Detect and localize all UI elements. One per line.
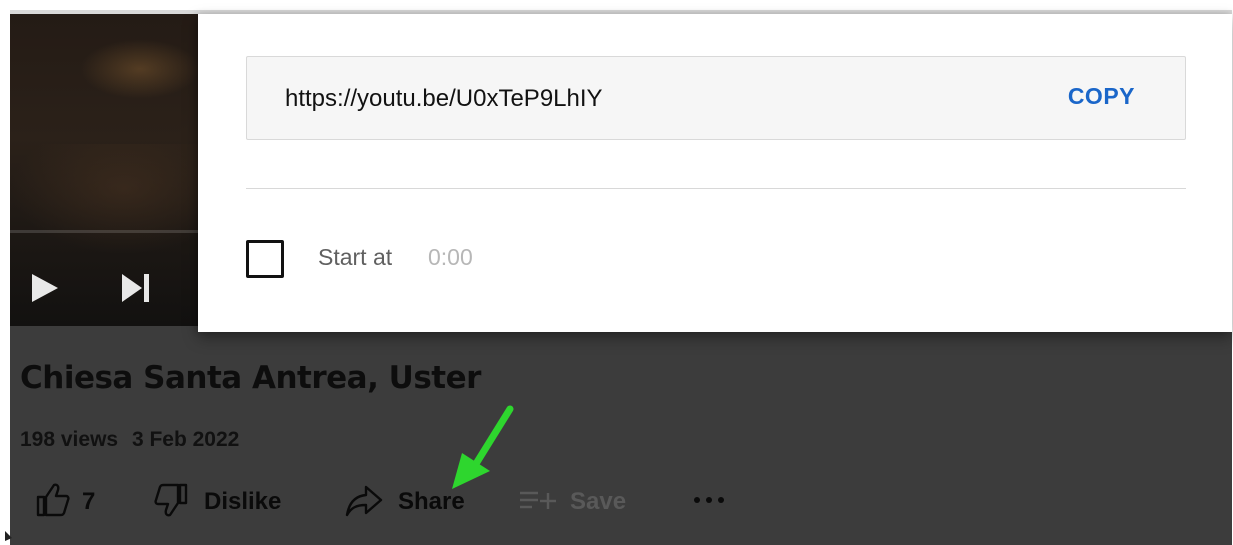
save-label: Save <box>570 488 627 515</box>
like-button[interactable]: 7 <box>34 480 95 524</box>
start-time-input[interactable]: 0:00 <box>428 244 473 271</box>
view-count: 198 views <box>20 428 119 451</box>
save-button[interactable]: Save <box>518 480 626 524</box>
video-frame-shadow <box>10 144 200 254</box>
screenshot-frame: Chiesa Santa Antrea, Uster 198 views 3 F… <box>0 0 1233 545</box>
share-url-field[interactable]: https://youtu.be/U0xTeP9LhIY COPY <box>246 56 1186 140</box>
dislike-button[interactable]: Dislike <box>152 480 281 524</box>
player-controls <box>10 268 200 308</box>
video-meta: 198 views 3 Feb 2022 <box>20 428 247 452</box>
video-player[interactable] <box>10 14 200 326</box>
thumbs-up-icon <box>34 481 72 524</box>
share-arrow-icon <box>344 481 384 524</box>
more-button[interactable] <box>692 480 726 524</box>
video-frame-highlight <box>80 39 200 99</box>
upload-date: 3 Feb 2022 <box>131 428 240 451</box>
skip-next-icon[interactable] <box>118 268 154 313</box>
start-at-label: Start at <box>318 244 393 270</box>
annotation-arrow-icon <box>452 405 514 489</box>
progress-bar[interactable] <box>10 230 200 233</box>
playlist-add-icon <box>518 485 558 520</box>
more-horizontal-icon <box>692 493 726 511</box>
share-url[interactable]: https://youtu.be/U0xTeP9LhIY <box>285 85 603 113</box>
copy-button[interactable]: COPY <box>1068 83 1135 110</box>
cursor-icon <box>5 531 12 541</box>
action-bar: 7 Dislike Share Save <box>10 480 810 524</box>
dislike-label: Dislike <box>204 488 282 515</box>
divider <box>246 188 1186 189</box>
start-at-checkbox[interactable] <box>246 240 284 278</box>
share-button[interactable]: Share <box>344 480 465 524</box>
thumbs-down-icon <box>152 481 190 524</box>
video-title: Chiesa Santa Antrea, Uster <box>20 360 481 396</box>
like-count: 7 <box>82 488 96 515</box>
play-icon[interactable] <box>28 268 62 313</box>
share-dialog: https://youtu.be/U0xTeP9LhIY COPY Start … <box>198 14 1232 332</box>
